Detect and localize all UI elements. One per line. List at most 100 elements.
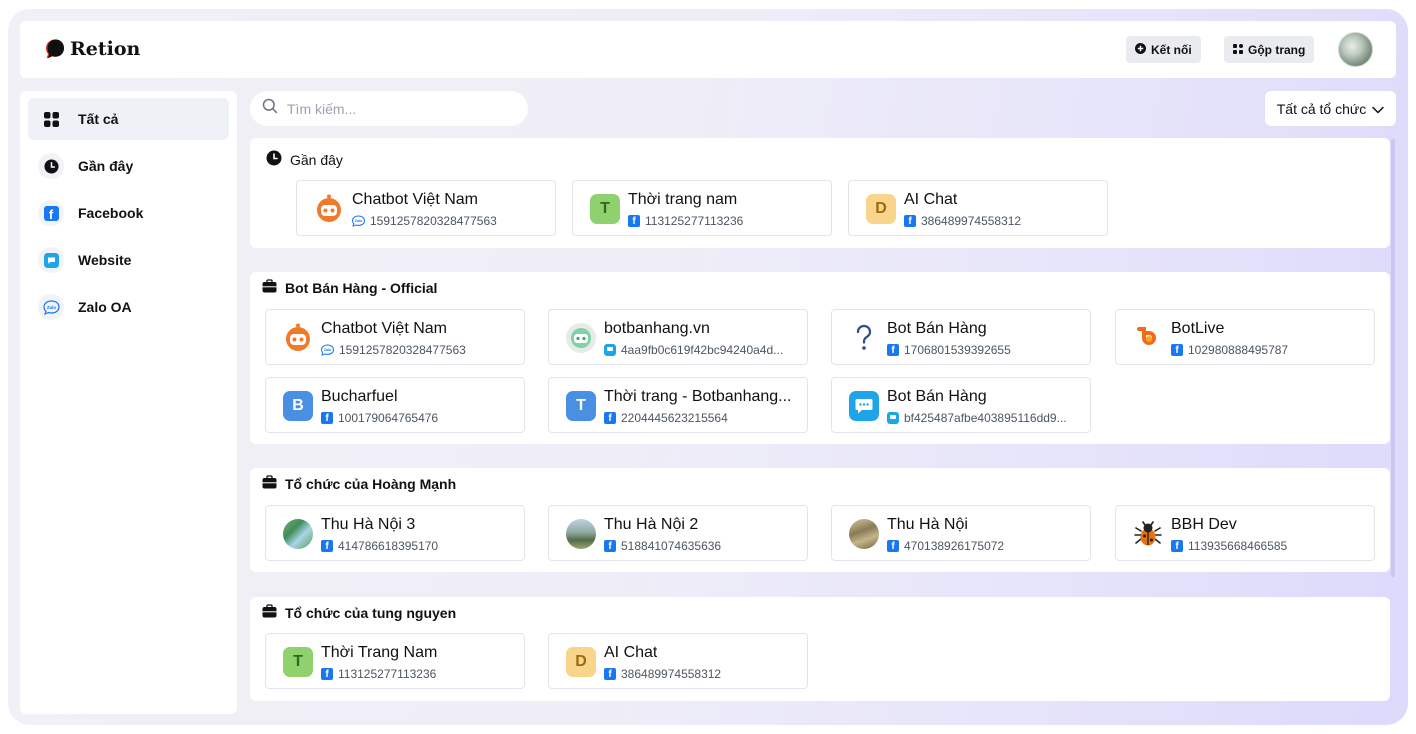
section-recent: Gần đây Chatbot Việt Nam Zalo 1591257820… bbox=[250, 138, 1390, 248]
page-name: BotLive bbox=[1171, 320, 1225, 337]
page-id-value: 470138926175072 bbox=[904, 539, 1005, 553]
page-card[interactable]: Thu Hà Nội f 470138926175072 bbox=[831, 505, 1091, 561]
page-id-value: 100179064765476 bbox=[338, 411, 439, 425]
page-id: f 470138926175072 bbox=[887, 539, 1004, 553]
page-id: bf425487afbe403895116dd9... bbox=[887, 411, 1067, 425]
page-id: f 1706801539392655 bbox=[887, 343, 1011, 357]
letter-avatar: D bbox=[566, 647, 596, 677]
facebook-icon: f bbox=[628, 215, 640, 227]
sidebar: Tất cả Gần đây f Facebook Website Zalo Z… bbox=[20, 91, 237, 714]
page-card[interactable]: botbanhang.vn 4aa9fb0c619f42bc94240a4d..… bbox=[548, 309, 808, 365]
page-id-value: 386489974558312 bbox=[621, 667, 722, 681]
page-name: Thu Hà Nội 2 bbox=[604, 516, 699, 533]
briefcase-icon bbox=[262, 475, 277, 492]
botlive-logo-icon bbox=[1133, 323, 1163, 353]
facebook-icon: f bbox=[321, 412, 333, 424]
zalo-icon: Zalo bbox=[351, 215, 366, 227]
sidebar-item-all[interactable]: Tất cả bbox=[28, 98, 229, 140]
organization-select-value: Tất cả tổ chức bbox=[1276, 100, 1367, 117]
website-chat-icon bbox=[887, 412, 899, 424]
page-photo-avatar bbox=[566, 519, 596, 549]
search-bar[interactable] bbox=[250, 91, 528, 126]
page-id-value: 414786618395170 bbox=[338, 539, 439, 553]
page-card[interactable]: Bot Bán Hàng f 1706801539392655 bbox=[831, 309, 1091, 365]
user-avatar[interactable] bbox=[1338, 32, 1373, 67]
page-name: botbanhang.vn bbox=[604, 320, 710, 337]
page-name: Thu Hà Nội 3 bbox=[321, 516, 416, 533]
chevron-down-icon bbox=[1372, 101, 1385, 117]
sidebar-item-website[interactable]: Website bbox=[28, 239, 229, 281]
page-name: Bot Bán Hàng bbox=[887, 320, 987, 337]
page-id-value: 2204445623215564 bbox=[621, 411, 728, 425]
search-input[interactable] bbox=[287, 100, 507, 117]
bug-icon bbox=[1133, 519, 1163, 549]
merge-label: Gộp trang bbox=[1248, 42, 1306, 57]
facebook-icon: f bbox=[904, 215, 916, 227]
page-name: Chatbot Việt Nam bbox=[321, 320, 447, 337]
robot-avatar-icon bbox=[283, 323, 313, 353]
page-card[interactable]: B Bucharfuel f 100179064765476 bbox=[265, 377, 525, 433]
page-id-value: 386489974558312 bbox=[921, 214, 1022, 228]
sidebar-item-zalo[interactable]: Zalo Zalo OA bbox=[28, 286, 229, 328]
page-name: Chatbot Việt Nam bbox=[352, 191, 478, 208]
sidebar-item-label: Gần đây bbox=[78, 158, 134, 174]
letter-avatar: T bbox=[590, 194, 620, 224]
page-card[interactable]: T Thời trang - Botbanhang... f 220444562… bbox=[548, 377, 808, 433]
organization-select[interactable]: Tất cả tổ chức bbox=[1265, 91, 1396, 126]
zalo-icon: Zalo bbox=[320, 344, 335, 356]
letter-avatar: D bbox=[866, 194, 896, 224]
page-id: f 2204445623215564 bbox=[604, 411, 728, 425]
facebook-icon: f bbox=[38, 200, 64, 226]
page-name: AI Chat bbox=[904, 191, 958, 208]
page-card[interactable]: D AI Chat f 386489974558312 bbox=[548, 633, 808, 689]
page-photo-avatar bbox=[283, 519, 313, 549]
merge-pages-button[interactable]: Gộp trang bbox=[1224, 36, 1315, 63]
page-card[interactable]: D AI Chat f 386489974558312 bbox=[848, 180, 1108, 236]
connect-button[interactable]: Kết nối bbox=[1126, 36, 1201, 63]
page-id: f 386489974558312 bbox=[604, 667, 721, 681]
page-card[interactable]: Chatbot Việt Nam Zalo 159125782032847756… bbox=[296, 180, 556, 236]
question-mark-icon bbox=[849, 323, 879, 353]
section-title-label: Tổ chức của Hoàng Mạnh bbox=[285, 475, 457, 492]
page-id: f 113125277113236 bbox=[321, 667, 436, 681]
zalo-icon: Zalo bbox=[38, 294, 64, 320]
page-card[interactable]: Thu Hà Nội 2 f 518841074635636 bbox=[548, 505, 808, 561]
page-id: f 518841074635636 bbox=[604, 539, 721, 553]
briefcase-icon bbox=[262, 604, 277, 621]
page-card[interactable]: Chatbot Việt Nam Zalo 159125782032847756… bbox=[265, 309, 525, 365]
svg-text:Zalo: Zalo bbox=[46, 305, 56, 310]
page-name: Bucharfuel bbox=[321, 388, 398, 405]
page-id: f 386489974558312 bbox=[904, 214, 1021, 228]
page-id: Zalo 1591257820328477563 bbox=[351, 214, 497, 228]
sidebar-item-facebook[interactable]: f Facebook bbox=[28, 192, 229, 234]
page-card[interactable]: T Thời trang nam f 113125277113236 bbox=[572, 180, 832, 236]
page-card[interactable]: BotLive f 102980888495787 bbox=[1115, 309, 1375, 365]
top-header: Retion Kết nối Gộp trang bbox=[20, 21, 1396, 78]
facebook-icon: f bbox=[887, 540, 899, 552]
section-org-hoang-manh: Tổ chức của Hoàng Mạnh Thu Hà Nội 3 f 41… bbox=[250, 468, 1390, 572]
page-card[interactable]: Bot Bán Hàng bf425487afbe403895116dd9... bbox=[831, 377, 1091, 433]
page-id-value: 102980888495787 bbox=[1188, 343, 1289, 357]
page-id: Zalo 1591257820328477563 bbox=[320, 343, 466, 357]
sidebar-item-label: Tất cả bbox=[78, 111, 119, 127]
page-id: f 414786618395170 bbox=[321, 539, 438, 553]
letter-avatar: T bbox=[566, 391, 596, 421]
section-title-label: Gần đây bbox=[290, 151, 343, 168]
logo[interactable]: Retion bbox=[44, 38, 140, 60]
page-name: Thời trang nam bbox=[628, 191, 738, 208]
section-org-tung-nguyen: Tổ chức của tung nguyen T Thời Trang Nam… bbox=[250, 597, 1390, 701]
robot-avatar-icon bbox=[314, 194, 344, 224]
page-card[interactable]: BBH Dev f 113935668466585 bbox=[1115, 505, 1375, 561]
merge-icon bbox=[1233, 43, 1243, 57]
section-title-label: Bot Bán Hàng - Official bbox=[285, 279, 438, 296]
facebook-icon: f bbox=[887, 344, 899, 356]
page-id-value: 1591257820328477563 bbox=[370, 214, 497, 228]
page-card[interactable]: Thu Hà Nội 3 f 414786618395170 bbox=[265, 505, 525, 561]
logo-icon bbox=[44, 38, 66, 60]
section-title: Gần đây bbox=[266, 150, 343, 169]
content-scrollbar[interactable] bbox=[1391, 139, 1395, 577]
page-card[interactable]: T Thời Trang Nam f 113125277113236 bbox=[265, 633, 525, 689]
page-id-value: 113125277113236 bbox=[338, 667, 437, 681]
sidebar-item-recent[interactable]: Gần đây bbox=[28, 145, 229, 187]
page-id-value: bf425487afbe403895116dd9... bbox=[904, 411, 1067, 425]
